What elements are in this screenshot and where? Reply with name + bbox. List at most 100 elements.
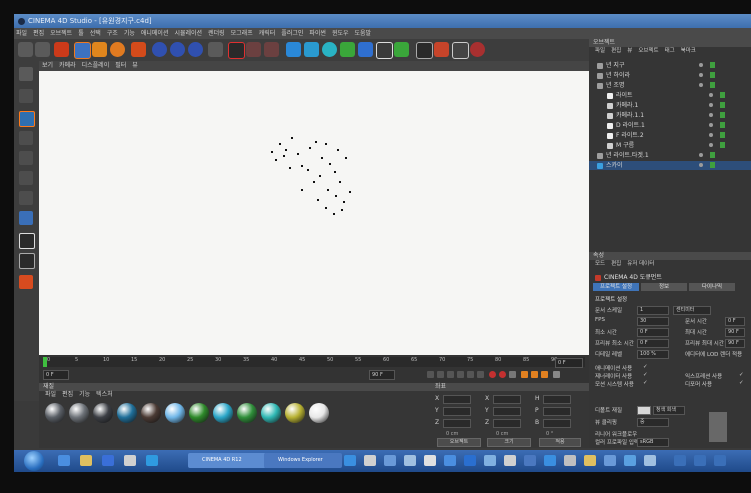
rotation-field[interactable]: 0 ° <box>543 407 571 425</box>
timeline-options-icon[interactable] <box>553 371 560 378</box>
object-row[interactable]: 년 라이트.타겟.1 <box>589 151 751 160</box>
help-icon[interactable] <box>434 42 449 57</box>
taskbar-button-cinema4d[interactable]: CINEMA 4D R12 <box>188 453 266 468</box>
attribute-menu-item[interactable]: 편집 <box>611 261 621 267</box>
attribute-value-field[interactable]: 1 <box>637 306 669 315</box>
undo-icon[interactable] <box>18 42 33 57</box>
key-selection-icon[interactable] <box>509 371 516 378</box>
current-frame-field[interactable]: 0 F <box>43 370 69 380</box>
material-swatch[interactable] <box>45 403 65 423</box>
attribute-unit-select[interactable]: 센티미터 <box>673 306 711 315</box>
attribute-menu-item[interactable]: 유저 데이터 <box>627 261 654 267</box>
x-axis-icon[interactable] <box>152 42 167 57</box>
menu-item[interactable]: 캐릭터 <box>259 30 276 37</box>
render-view-icon[interactable] <box>228 42 245 59</box>
viewport-menu-item[interactable]: 카메라 <box>59 62 76 69</box>
attribute-tab[interactable]: 다이나믹 <box>689 283 735 291</box>
camera-icon[interactable] <box>416 42 433 59</box>
default-material-select[interactable]: 청색 회색 <box>653 406 685 415</box>
grid-icon[interactable] <box>19 253 35 269</box>
play-icon[interactable] <box>457 371 464 378</box>
attribute-value-field[interactable]: 0 F <box>637 339 669 348</box>
position-field[interactable]: 0 cm <box>443 407 471 425</box>
material-swatch[interactable] <box>117 403 137 423</box>
rotation-key-icon[interactable] <box>541 371 548 378</box>
visibility-check-icon[interactable] <box>699 163 703 167</box>
taskbar-app-8-icon[interactable] <box>444 455 456 466</box>
next-key-icon[interactable] <box>467 371 474 378</box>
object-menu-item[interactable]: 뷰 <box>627 48 632 54</box>
rotation-field[interactable]: 0 ° <box>543 419 571 437</box>
taskbar-app-9-icon[interactable] <box>464 455 476 466</box>
rotation-field[interactable]: 0 ° <box>543 395 571 413</box>
tag-icon[interactable] <box>720 132 725 138</box>
object-mode-icon[interactable] <box>19 89 33 103</box>
taskbar-app-11-icon[interactable] <box>504 455 516 466</box>
material-swatch[interactable] <box>165 403 185 423</box>
taskbar-app-10-icon[interactable] <box>484 455 496 466</box>
render-settings-icon[interactable] <box>264 42 279 57</box>
rotate-icon[interactable] <box>110 42 125 57</box>
render-picture-viewer-icon[interactable] <box>246 42 261 57</box>
viewport-menu-item[interactable]: 보기 <box>42 62 53 69</box>
points-mode-icon[interactable] <box>19 111 35 127</box>
checkmark-icon[interactable]: ✓ <box>739 380 744 386</box>
tag-icon[interactable] <box>710 72 715 78</box>
visibility-check-icon[interactable] <box>709 143 713 147</box>
object-menu-item[interactable]: 태그 <box>665 48 675 54</box>
object-row[interactable]: 라이트 <box>589 91 751 100</box>
visibility-check-icon[interactable] <box>699 63 703 67</box>
y-axis-icon[interactable] <box>170 42 185 57</box>
taskbar-app-14-icon[interactable] <box>564 455 576 466</box>
material-swatch[interactable] <box>69 403 89 423</box>
add-icon[interactable] <box>131 42 146 57</box>
sculpt-icon[interactable] <box>19 275 33 289</box>
visibility-check-icon[interactable] <box>699 153 703 157</box>
coordinate-mode-select[interactable]: 오브젝트 <box>437 438 481 447</box>
material-swatch[interactable] <box>189 403 209 423</box>
material-swatch[interactable] <box>237 403 257 423</box>
previous-key-icon[interactable] <box>437 371 444 378</box>
tag-icon[interactable] <box>720 112 725 118</box>
model-mode-icon[interactable] <box>19 67 33 81</box>
position-field[interactable]: 0 cm <box>443 419 471 437</box>
object-row[interactable]: 카메라.1 <box>589 101 751 110</box>
visibility-check-icon[interactable] <box>709 103 713 107</box>
attribute-value-field[interactable]: 0 F <box>637 328 669 337</box>
view-clip-select[interactable]: 중 <box>637 418 669 427</box>
scale-key-icon[interactable] <box>531 371 538 378</box>
pinned-app-icon[interactable] <box>124 455 136 466</box>
viewport-menu-item[interactable]: 필터 <box>115 62 126 69</box>
attribute-tab[interactable]: 정보 <box>641 283 687 291</box>
coordinate-system-icon[interactable] <box>208 42 223 57</box>
tag-icon[interactable] <box>710 152 715 158</box>
polygons-mode-icon[interactable] <box>19 151 33 165</box>
menu-item[interactable]: 기능 <box>124 30 135 37</box>
generator-icon[interactable] <box>322 42 337 57</box>
object-row[interactable]: F 라이트.2 <box>589 131 751 140</box>
menu-item[interactable]: 렌더링 <box>208 30 225 37</box>
material-menu-item[interactable]: 기능 <box>79 391 90 398</box>
tag-icon[interactable] <box>720 122 725 128</box>
attribute-value-field[interactable]: 90 F <box>725 339 745 348</box>
object-row[interactable]: 년 하이라 <box>589 71 751 80</box>
tag-icon[interactable] <box>720 142 725 148</box>
apply-button[interactable]: 적용 <box>539 438 581 447</box>
visibility-check-icon[interactable] <box>709 123 713 127</box>
texture-mode-icon[interactable] <box>19 191 33 205</box>
checkmark-icon[interactable]: ✓ <box>739 372 744 378</box>
viewport-menu-item[interactable]: 뷰 <box>132 62 138 69</box>
material-menu-item[interactable]: 텍스처 <box>96 391 113 398</box>
attribute-value-field[interactable]: 0 F <box>725 317 745 326</box>
menu-item[interactable]: 툴 <box>78 30 84 37</box>
object-row[interactable]: 년 지구 <box>589 61 751 70</box>
viewport-menu-item[interactable]: 디스플레이 <box>82 62 110 69</box>
workplane-icon[interactable] <box>19 211 33 225</box>
taskbar-app-5-icon[interactable] <box>384 455 396 466</box>
menu-item[interactable]: 파이썬 <box>309 30 326 37</box>
taskbar-app-18-icon[interactable] <box>644 455 656 466</box>
visibility-check-icon[interactable] <box>699 73 703 77</box>
menu-item[interactable]: 시뮬레이션 <box>174 30 202 37</box>
checkmark-icon[interactable]: ✓ <box>643 380 648 386</box>
viewport[interactable] <box>39 71 589 355</box>
